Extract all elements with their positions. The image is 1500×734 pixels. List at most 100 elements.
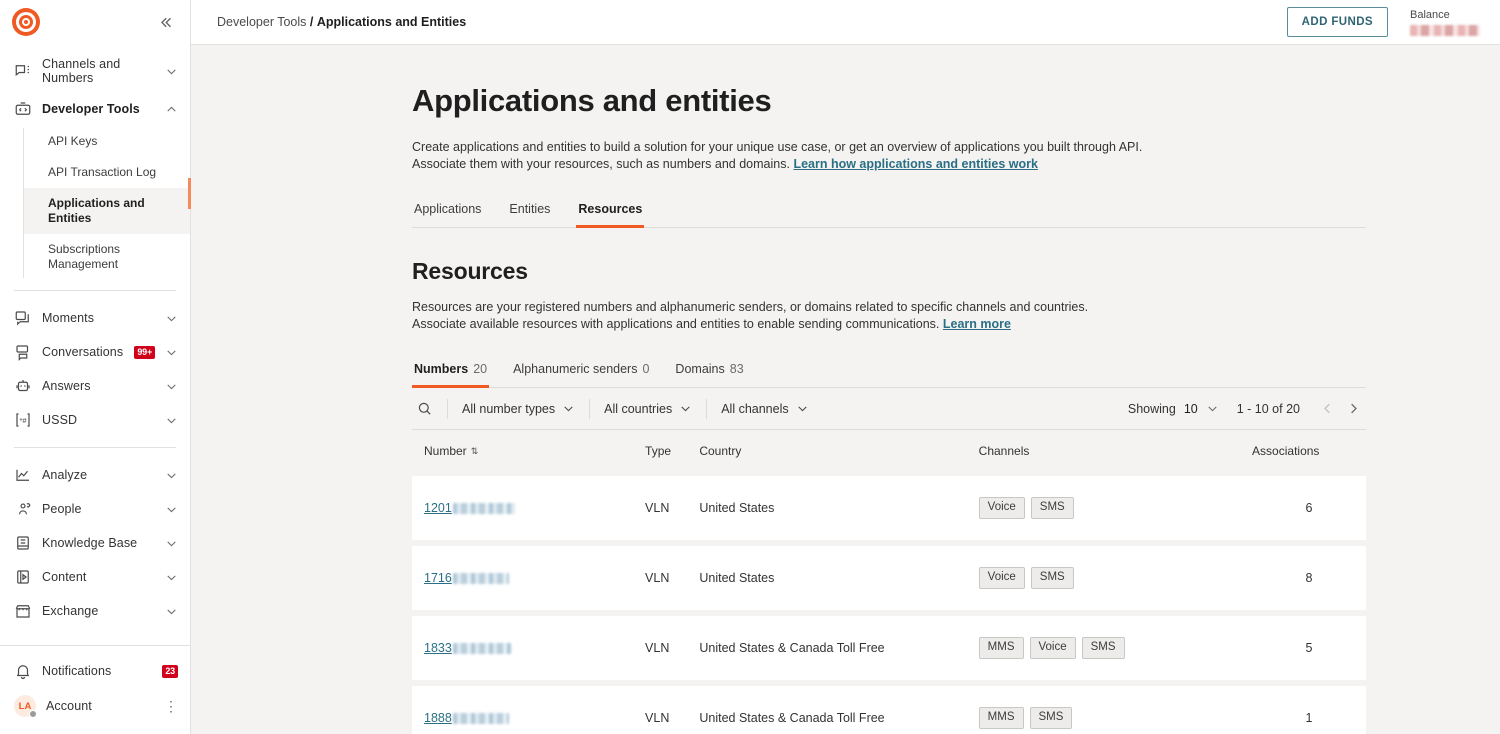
sidebar-subitem-api-transaction-log[interactable]: API Transaction Log [24,157,190,188]
kebab-menu-icon[interactable]: ⋮ [164,699,178,713]
filter-countries[interactable]: All countries [589,398,706,419]
number-link[interactable]: 1888 [424,711,509,725]
balance-widget[interactable]: Balance [1410,9,1484,36]
page-size-selector[interactable]: Showing 10 [1128,402,1237,416]
subtab-numbers[interactable]: Numbers 20 [412,358,490,388]
sidebar-item-exchange[interactable]: Exchange [0,594,190,628]
sidebar-item-ussd[interactable]: *# USSD [0,403,190,437]
column-header-number[interactable]: Number ⇅ [412,430,646,470]
channel-chip-sms[interactable]: SMS [1029,707,1073,729]
number-link[interactable]: 1833 [424,641,511,655]
filter-countries-label: All countries [604,401,673,416]
filter-number-types-label: All number types [462,401,556,416]
subtab-alphanumeric-senders[interactable]: Alphanumeric senders 0 [511,358,651,388]
page-content: Applications and entities Create applica… [191,45,1500,734]
collapse-sidebar-icon[interactable] [154,11,176,33]
subtab-domains-label: Domains [675,362,725,376]
search-icon[interactable] [412,400,447,417]
chevron-down-icon [165,380,178,393]
sidebar-item-developer-tools[interactable]: Developer Tools [0,92,190,126]
sidebar-item-label: Account [46,699,92,713]
sidebar-item-answers[interactable]: Answers [0,369,190,403]
cell-channels: MMS Voice SMS [978,610,1253,680]
sidebar-item-knowledge-base[interactable]: Knowledge Base [0,526,190,560]
sidebar-item-account[interactable]: LA Account ⋮ [0,688,190,724]
breadcrumb-parent[interactable]: Developer Tools [217,15,306,29]
people-icon [14,500,32,518]
topbar: Developer Tools / Applications and Entit… [191,0,1500,45]
bell-icon [14,662,32,680]
table-row: 1716 VLN United States Voice SMS 8 [412,540,1366,610]
resource-subtabs: Numbers 20 Alphanumeric senders 0 Domains 8… [412,358,1366,388]
sidebar-item-people[interactable]: People [0,492,190,526]
chevron-down-icon [165,312,178,325]
sidebar-subitem-applications-and-entities[interactable]: Applications and Entities [24,188,190,234]
numbers-table-head: Number ⇅ Type Country Channels Associatio… [412,430,1366,470]
sidebar-item-label: Moments [42,311,95,325]
section-description: Resources are your registered numbers an… [412,299,1366,332]
channel-chip-list: MMS SMS [978,707,1252,729]
tab-entities[interactable]: Entities [507,196,552,228]
sidebar-footer: Notifications 23 LA Account ⋮ [0,645,190,734]
moments-icon [14,309,32,327]
channel-chip-voice[interactable]: Voice [978,567,1025,589]
prev-page-icon[interactable] [1314,396,1340,422]
learn-how-link[interactable]: Learn how applications and entities work [793,157,1038,171]
channel-chip-sms[interactable]: SMS [1081,637,1125,659]
subtab-alphanumeric-senders-count: 0 [642,362,650,376]
chevron-down-icon [165,469,178,482]
answers-robot-icon [14,377,32,395]
sidebar-item-label: Channels and Numbers [42,57,121,85]
cell-type: VLN [645,540,700,610]
channel-chip-sms[interactable]: SMS [1030,497,1074,519]
table-row: 1201 VLN United States Voice SMS 6 [412,470,1366,540]
cell-associations: 8 [1252,540,1366,610]
channel-chip-voice[interactable]: Voice [1029,637,1076,659]
add-funds-button[interactable]: ADD FUNDS [1286,7,1388,37]
sidebar-item-label: Exchange [42,604,99,618]
number-link[interactable]: 1201 [424,501,515,515]
sidebar-item-moments[interactable]: Moments [0,301,190,335]
analyze-chart-icon [14,466,32,484]
filter-number-types[interactable]: All number types [447,398,589,419]
learn-more-link[interactable]: Learn more [943,317,1011,331]
tab-applications[interactable]: Applications [412,196,483,228]
breadcrumb: Developer Tools / Applications and Entit… [217,15,466,29]
chevron-down-icon [165,605,178,618]
channel-chip-mms[interactable]: MMS [978,707,1024,729]
page-tabs: Applications Entities Resources [412,196,1366,228]
sidebar-subitem-api-keys[interactable]: API Keys [24,126,190,157]
sidebar-item-notifications[interactable]: Notifications 23 [0,654,190,688]
tab-resources[interactable]: Resources [576,196,645,228]
sidebar-item-label: Answers [42,379,91,393]
sidebar-item-content[interactable]: Content [0,560,190,594]
subtab-domains[interactable]: Domains 83 [673,358,745,388]
ussd-icon: *# [14,411,32,429]
sidebar-item-channels-and-numbers[interactable]: Channels and Numbers [0,50,190,92]
page-description-line1: Create applications and entities to buil… [412,140,1143,154]
subtab-alphanumeric-senders-label: Alphanumeric senders [513,362,638,376]
infobip-logo[interactable] [12,8,40,36]
sidebar-item-label: Content [42,570,87,584]
sidebar-subitem-subscriptions-management[interactable]: Subscriptions Management [24,234,190,280]
channel-chip-mms[interactable]: MMS [978,637,1024,659]
channel-chip-voice[interactable]: Voice [978,497,1025,519]
sidebar-item-label: Conversations [42,345,124,359]
filter-channels[interactable]: All channels [706,398,822,419]
cell-type: VLN [645,470,700,540]
number-link[interactable]: 1716 [424,571,509,585]
pagination-range: 1 - 10 of 20 [1236,401,1300,416]
next-page-icon[interactable] [1340,396,1366,422]
cell-associations: 5 [1252,610,1366,680]
channel-chip-list: Voice SMS [978,497,1252,519]
sidebar-divider-1 [14,290,176,291]
cell-channels: Voice SMS [978,470,1253,540]
avatar-initials: LA [18,700,32,712]
number-redacted [452,712,509,724]
number-redacted [452,642,511,654]
sidebar-item-analyze[interactable]: Analyze [0,458,190,492]
channel-chip-sms[interactable]: SMS [1030,567,1074,589]
sidebar-item-conversations[interactable]: Conversations 99+ [0,335,190,369]
number-redacted [452,572,509,584]
showing-label: Showing [1127,401,1176,416]
